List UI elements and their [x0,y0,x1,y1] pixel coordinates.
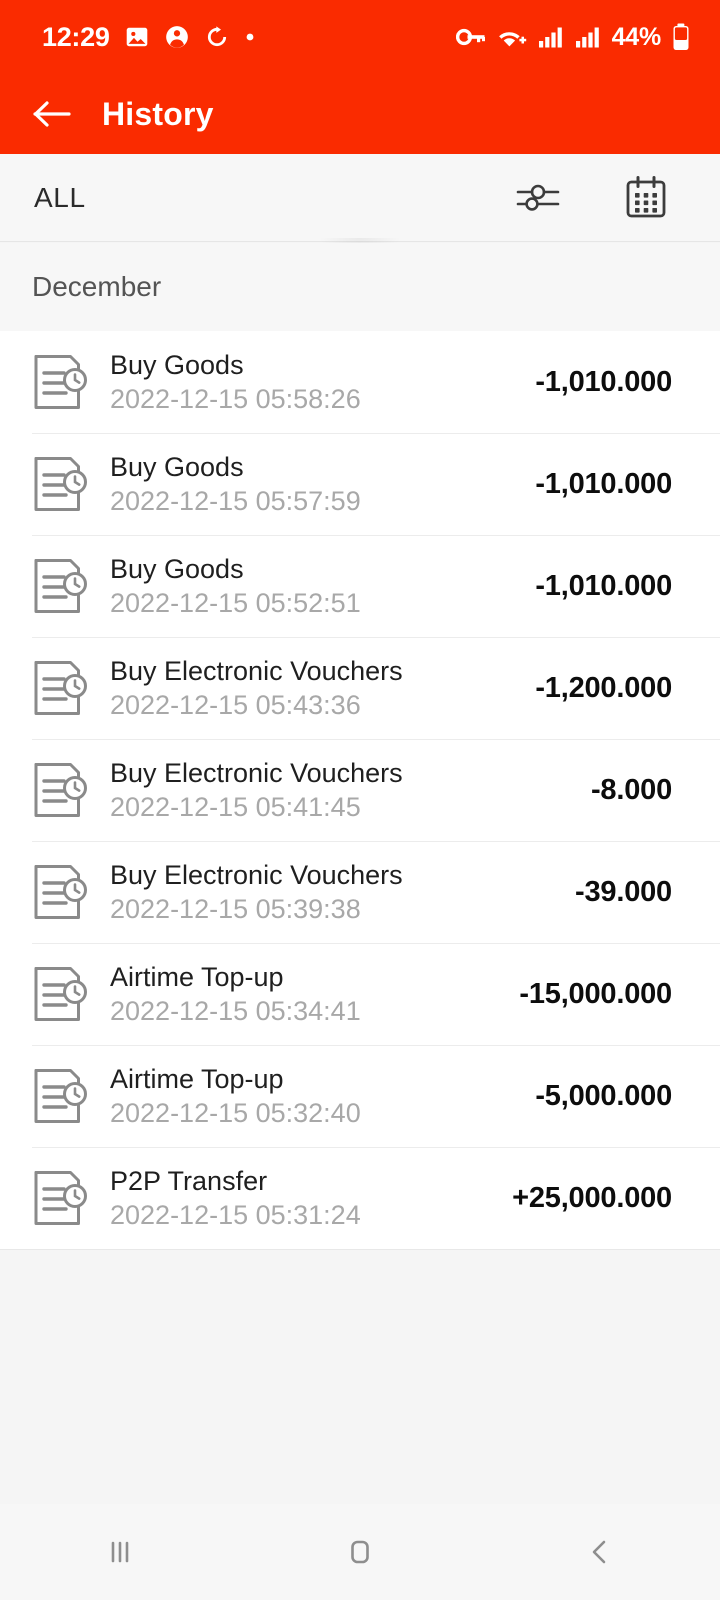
transaction-title: Buy Electronic Vouchers [110,656,403,687]
transaction-timestamp: 2022-12-15 05:31:24 [110,1199,361,1230]
transaction-amount: -1,010.000 [535,467,672,500]
vpn-key-icon [455,26,486,48]
transaction-title: P2P Transfer [110,1166,268,1197]
document-clock-icon [32,1065,98,1127]
transaction-timestamp: 2022-12-15 05:52:51 [110,587,361,618]
status-bar: 12:29 44% [0,0,720,74]
transaction-timestamp: 2022-12-15 05:57:59 [110,485,361,516]
transaction-timestamp: 2022-12-15 05:32:40 [110,1097,361,1128]
sliders-icon[interactable] [510,170,566,226]
document-clock-icon [32,555,98,617]
document-clock-icon [32,1167,98,1229]
transaction-amount: -1,200.000 [535,671,672,704]
list-bottom-divider [0,1249,720,1250]
recents-icon[interactable] [60,1504,180,1600]
transaction-details: Buy Electronic Vouchers 2022-12-15 05:43:… [98,657,535,719]
page-title: History [102,95,214,132]
document-clock-icon [32,657,98,719]
transaction-details: Airtime Top-up 2022-12-15 05:34:41 [98,963,519,1025]
transaction-amount: -1,010.000 [535,569,672,602]
status-bar-left: 12:29 [42,22,256,53]
transaction-amount: +25,000.000 [512,1181,672,1214]
transaction-list[interactable]: Buy Goods 2022-12-15 05:58:26 -1,010.000 B… [0,331,720,1249]
arrow-left-icon[interactable] [32,96,74,132]
transaction-amount: -8.000 [590,773,672,806]
phone-screen: 12:29 44% History ALL December Buy Goods… [0,0,720,1600]
contact-icon [164,24,190,50]
transaction-title: Buy Goods [110,350,244,381]
table-row[interactable]: P2P Transfer 2022-12-15 05:31:24 +25,000.0… [0,1147,720,1249]
table-row[interactable]: Airtime Top-up 2022-12-15 05:34:41 -15,000… [0,943,720,1045]
sync-icon [204,24,230,50]
transaction-title: Buy Goods [110,452,244,483]
transaction-amount: -5,000.000 [535,1079,672,1112]
transaction-timestamp: 2022-12-15 05:41:45 [110,791,361,822]
app-bar: History [0,74,720,154]
transaction-details: Buy Goods 2022-12-15 05:57:59 [98,453,535,515]
filter-bar: ALL [0,154,720,242]
filter-bar-actions [510,170,694,226]
transaction-title: Airtime Top-up [110,962,284,993]
status-bar-clock: 12:29 [42,21,110,52]
transaction-details: Buy Goods 2022-12-15 05:52:51 [98,555,535,617]
transaction-amount: -39.000 [575,875,672,908]
transaction-details: Buy Electronic Vouchers 2022-12-15 05:41:… [98,759,591,821]
battery-icon [672,23,690,51]
calendar-icon[interactable] [618,170,674,226]
signal-bars-icon [538,26,564,48]
document-clock-icon [32,351,98,413]
transaction-timestamp: 2022-12-15 05:43:36 [110,689,361,720]
filter-scope-label[interactable]: ALL [34,182,86,214]
transaction-title: Buy Goods [110,554,244,585]
transaction-details: Buy Electronic Vouchers 2022-12-15 05:39:… [98,861,575,923]
table-row[interactable]: Buy Goods 2022-12-15 05:57:59 -1,010.000 [0,433,720,535]
table-row[interactable]: Buy Electronic Vouchers 2022-12-15 05:41:… [0,739,720,841]
home-icon[interactable] [300,1504,420,1600]
transaction-title: Airtime Top-up [110,1064,284,1095]
transaction-amount: -15,000.000 [519,977,672,1010]
month-label: December [32,271,162,302]
document-clock-icon [32,453,98,515]
document-clock-icon [32,963,98,1025]
transaction-title: Buy Electronic Vouchers [110,860,403,891]
transaction-details: Airtime Top-up 2022-12-15 05:32:40 [98,1065,535,1127]
wifi-calling-icon [497,25,527,49]
document-clock-icon [32,759,98,821]
document-clock-icon [32,861,98,923]
table-row[interactable]: Buy Goods 2022-12-15 05:52:51 -1,010.000 [0,535,720,637]
table-row[interactable]: Airtime Top-up 2022-12-15 05:32:40 -5,000.… [0,1045,720,1147]
transaction-timestamp: 2022-12-15 05:58:26 [110,383,361,414]
month-section-header: December [0,243,720,331]
transaction-details: P2P Transfer 2022-12-15 05:31:24 [98,1167,512,1229]
table-row[interactable]: Buy Electronic Vouchers 2022-12-15 05:43:… [0,637,720,739]
battery-percent-label: 44% [611,22,662,51]
transaction-timestamp: 2022-12-15 05:34:41 [110,995,361,1026]
transaction-amount: -1,010.000 [535,365,672,398]
dot-icon [244,31,256,43]
transaction-title: Buy Electronic Vouchers [110,758,403,789]
android-nav-bar [0,1504,720,1600]
signal-bars-icon [575,26,601,48]
image-icon [124,24,150,50]
table-row[interactable]: Buy Goods 2022-12-15 05:58:26 -1,010.000 [0,331,720,433]
status-bar-right: 44% [455,22,690,52]
table-row[interactable]: Buy Electronic Vouchers 2022-12-15 05:39:… [0,841,720,943]
back-chevron-icon[interactable] [540,1504,660,1600]
transaction-timestamp: 2022-12-15 05:39:38 [110,893,361,924]
transaction-details: Buy Goods 2022-12-15 05:58:26 [98,351,535,413]
